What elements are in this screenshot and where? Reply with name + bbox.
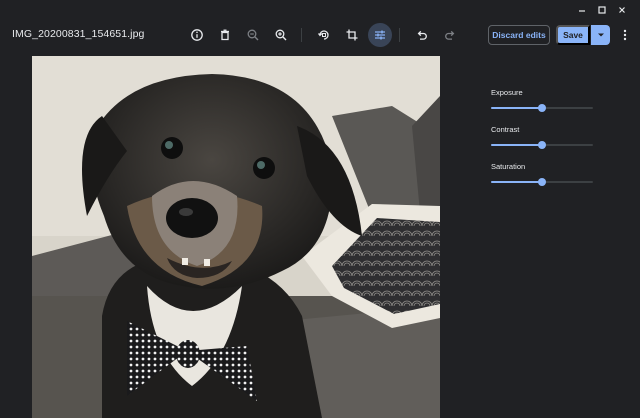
- zoom-in-icon[interactable]: [269, 23, 293, 47]
- caret-down-icon: [597, 33, 604, 37]
- info-icon[interactable]: [185, 23, 209, 47]
- delete-icon[interactable]: [213, 23, 237, 47]
- zoom-out-icon[interactable]: [241, 23, 265, 47]
- toolbar: IMG_20200831_154651.jpg Discard edits Sa…: [0, 22, 640, 48]
- contrast-slider-fill: [491, 144, 542, 146]
- more-options-icon[interactable]: [617, 25, 633, 45]
- tune-icon[interactable]: [368, 23, 392, 47]
- adjustment-panel: Exposure Contrast Saturation: [491, 88, 593, 199]
- contrast-label: Contrast: [491, 125, 520, 134]
- crop-icon[interactable]: [340, 23, 364, 47]
- toolbar-divider: [399, 28, 400, 42]
- contrast-slider-group: Contrast: [491, 125, 593, 162]
- exposure-slider-fill: [491, 107, 542, 109]
- exposure-slider-group: Exposure: [491, 88, 593, 125]
- toolbar-divider: [301, 28, 302, 42]
- save-button[interactable]: Save: [556, 25, 590, 45]
- undo-icon[interactable]: [410, 23, 434, 47]
- rotate-icon[interactable]: [312, 23, 336, 47]
- photo-preview: [32, 56, 440, 418]
- discard-edits-button[interactable]: Discard edits: [488, 25, 550, 45]
- maximize-icon[interactable]: [592, 3, 612, 17]
- contrast-slider-thumb[interactable]: [538, 141, 546, 149]
- window-controls: [572, 3, 632, 17]
- file-name: IMG_20200831_154651.jpg: [12, 28, 145, 40]
- saturation-slider-thumb[interactable]: [538, 178, 546, 186]
- exposure-slider[interactable]: [491, 104, 593, 112]
- save-options-button[interactable]: [591, 25, 610, 45]
- redo-icon[interactable]: [438, 23, 462, 47]
- saturation-slider-fill: [491, 181, 542, 183]
- saturation-label: Saturation: [491, 162, 526, 171]
- saturation-slider-group: Saturation: [491, 162, 593, 199]
- close-icon[interactable]: [612, 3, 632, 17]
- contrast-slider[interactable]: [491, 141, 593, 149]
- exposure-slider-thumb[interactable]: [538, 104, 546, 112]
- saturation-slider[interactable]: [491, 178, 593, 186]
- exposure-label: Exposure: [491, 88, 523, 97]
- minimize-icon[interactable]: [572, 3, 592, 17]
